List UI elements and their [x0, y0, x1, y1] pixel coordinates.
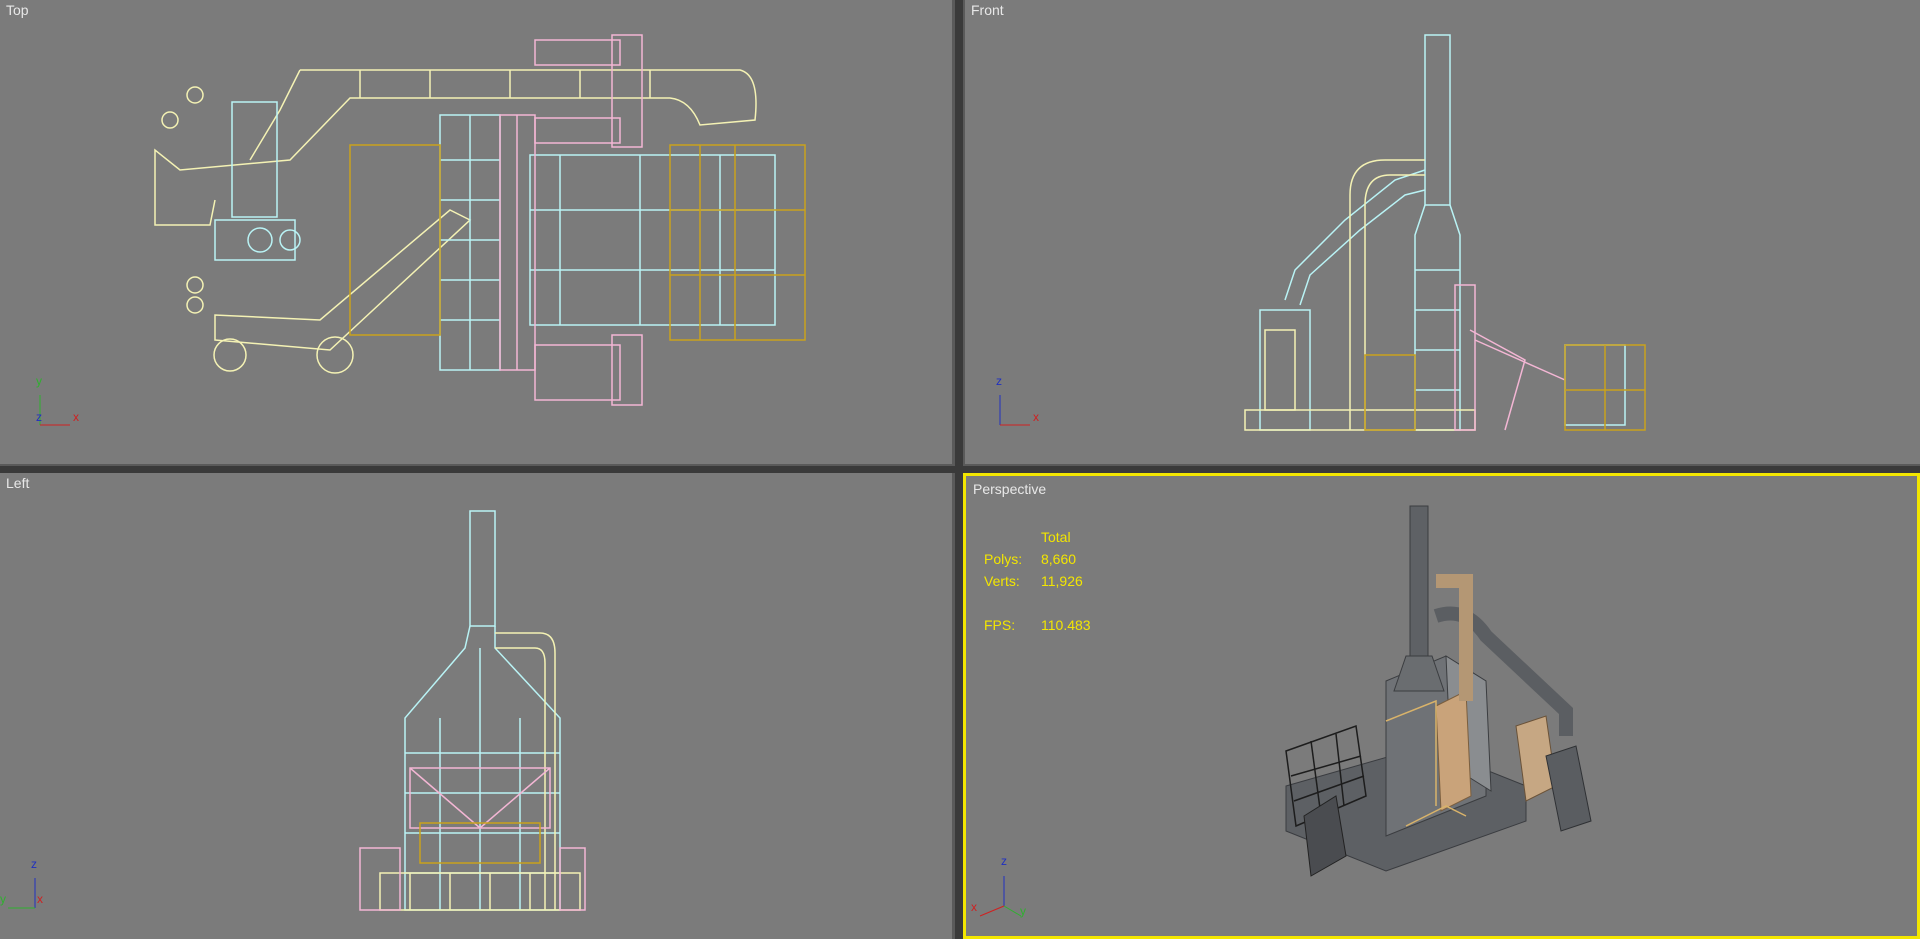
top-walkways [499, 34, 643, 406]
perspective-model [979, 505, 1592, 917]
axis-label-y: y [0, 892, 6, 906]
top-gold-frame [349, 144, 806, 341]
top-frame [214, 101, 776, 371]
viewport-left[interactable]: Left z y x [0, 473, 955, 939]
top-axis-gizmo [39, 395, 70, 426]
axis-label-x: x [1033, 410, 1039, 424]
axis-label-z: z [1001, 854, 1007, 868]
perspective-axis-gizmo [979, 876, 1022, 917]
front-wireframe [999, 34, 1646, 431]
viewport-front[interactable]: Front z x [963, 0, 1920, 466]
axis-label-z: z [31, 857, 37, 871]
front-gold-frame [1364, 344, 1646, 431]
front-stack [1259, 34, 1626, 431]
left-axis-gizmo [8, 878, 36, 909]
perspective-shaded-model [1285, 505, 1592, 877]
axis-label-z: z [996, 374, 1002, 388]
axis-label-y: y [1020, 904, 1026, 918]
axis-label-x: x [971, 900, 977, 914]
axis-label-z: z [36, 410, 42, 424]
axis-label-y: y [36, 374, 42, 388]
viewport-perspective[interactable]: Perspective Total Polys: 8,660 Verts: 11,9… [963, 473, 1920, 939]
axis-label-x: x [37, 892, 43, 906]
left-wireframe [8, 510, 586, 911]
left-stack [404, 510, 561, 911]
left-walkways [359, 767, 586, 911]
front-axis-gizmo [999, 395, 1030, 426]
axis-label-x: x [73, 410, 79, 424]
viewport-top[interactable]: Top y x z [0, 0, 955, 466]
front-stairs [1454, 284, 1566, 431]
top-wireframe [39, 34, 806, 426]
